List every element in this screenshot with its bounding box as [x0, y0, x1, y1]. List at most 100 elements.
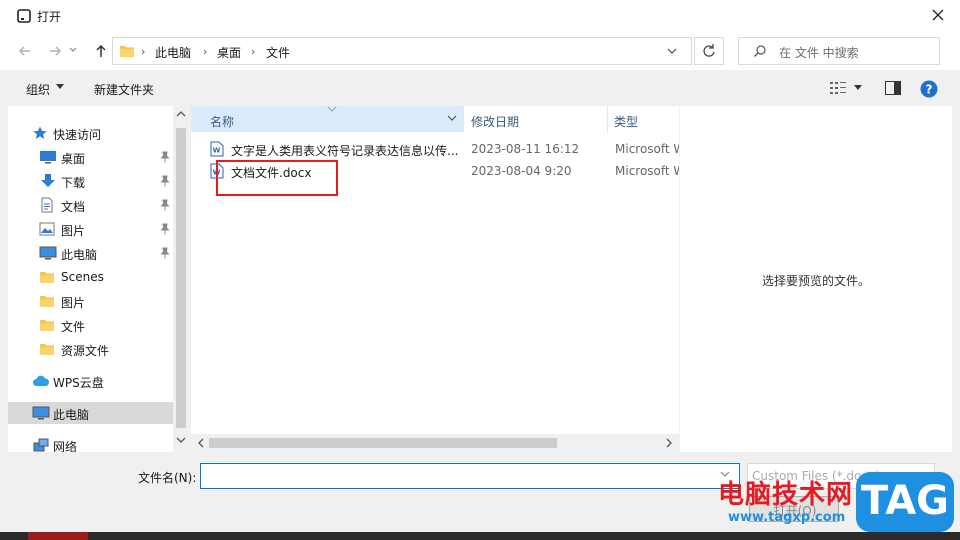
- file-date: 2023-08-11 16:12: [471, 142, 580, 156]
- pin-icon: [160, 151, 170, 163]
- caret-down-icon[interactable]: [56, 84, 64, 90]
- nav-item-label: 文件: [61, 320, 86, 334]
- nav-item-resources-folder[interactable]: 资源文件: [8, 338, 173, 360]
- file-name: 文字是人类用表义符号记录表达信息以传...: [231, 144, 459, 158]
- address-row: › 此电脑 › 桌面 › 文件 在 文件 中搜索: [0, 32, 960, 70]
- search-icon: [753, 44, 767, 58]
- desktop-icon: [39, 149, 57, 165]
- filename-label: 文件名(N):: [138, 471, 197, 485]
- column-filter-icon[interactable]: [447, 114, 457, 122]
- file-row[interactable]: W 文字是人类用表义符号记录表达信息以传... 2023-08-11 16:12…: [191, 138, 679, 160]
- column-divider[interactable]: [607, 106, 608, 132]
- scroll-thumb[interactable]: [209, 438, 557, 448]
- nav-item-documents[interactable]: 文档: [8, 194, 173, 216]
- nav-item-network[interactable]: 网络: [8, 434, 173, 452]
- watermark-tag: TAG: [861, 478, 949, 524]
- column-divider[interactable]: [463, 106, 464, 132]
- scroll-up-icon[interactable]: [176, 110, 186, 118]
- nav-item-this-pc-pinned[interactable]: 此电脑: [8, 242, 173, 264]
- pin-icon: [160, 199, 170, 211]
- chevron-down-icon: [69, 47, 77, 52]
- preview-pane-icon[interactable]: [885, 81, 901, 95]
- document-icon: [39, 197, 55, 213]
- forward-button[interactable]: [44, 40, 66, 62]
- nav-item-pictures-folder[interactable]: 图片: [8, 290, 173, 312]
- nav-item-files-folder[interactable]: 文件: [8, 314, 173, 336]
- back-button[interactable]: [14, 40, 36, 62]
- folder-icon: [39, 341, 55, 357]
- scroll-left-icon[interactable]: [197, 438, 205, 448]
- nav-item-this-pc[interactable]: 此电脑: [8, 402, 173, 424]
- column-header-date[interactable]: 修改日期: [471, 113, 519, 130]
- nav-item-scenes[interactable]: Scenes: [8, 266, 173, 288]
- nav-item-label: 文档: [61, 200, 86, 214]
- window-icon: [17, 9, 31, 23]
- command-bar: 组织 新建文件夹 ?: [0, 70, 960, 106]
- nav-item-quick-access[interactable]: 快速访问: [8, 122, 173, 144]
- download-icon: [39, 173, 57, 189]
- column-header-type[interactable]: 类型: [614, 113, 638, 130]
- network-icon: [32, 437, 50, 452]
- breadcrumb-item[interactable]: 桌面: [217, 44, 241, 61]
- folder-icon: [39, 317, 55, 333]
- column-header: 名称 修改日期 类型: [191, 106, 679, 132]
- horizontal-scrollbar[interactable]: [191, 434, 679, 452]
- pin-icon: [160, 175, 170, 187]
- breadcrumb-separator: ›: [141, 45, 146, 58]
- address-dropdown[interactable]: [665, 43, 679, 59]
- computer-icon: [32, 405, 50, 421]
- column-header-name[interactable]: 名称: [191, 106, 463, 132]
- new-folder-button[interactable]: 新建文件夹: [94, 81, 154, 98]
- search-box[interactable]: 在 文件 中搜索: [738, 37, 940, 65]
- arrow-right-icon: [50, 46, 61, 56]
- nav-item-label: 网络: [53, 440, 78, 452]
- arrow-up-icon: [96, 44, 106, 57]
- address-bar[interactable]: › 此电脑 › 桌面 › 文件: [112, 37, 692, 65]
- up-button[interactable]: [90, 40, 112, 62]
- close-button[interactable]: [922, 0, 954, 32]
- cloud-icon: [32, 373, 50, 389]
- refresh-icon: [703, 44, 715, 57]
- filename-input[interactable]: [200, 463, 740, 489]
- nav-item-pictures[interactable]: 图片: [8, 218, 173, 240]
- scroll-right-icon[interactable]: [665, 438, 673, 448]
- file-date: 2023-08-04 9:20: [471, 164, 572, 178]
- scroll-thumb[interactable]: [176, 128, 186, 428]
- nav-item-label: 此电脑: [61, 248, 98, 262]
- search-placeholder: 在 文件 中搜索: [779, 46, 859, 60]
- background-app-strip: [0, 532, 960, 540]
- scroll-down-icon[interactable]: [176, 436, 186, 444]
- view-options-icon[interactable]: [830, 82, 848, 94]
- nav-item-downloads[interactable]: 下载: [8, 170, 173, 192]
- chevron-down-icon: [667, 48, 677, 54]
- recent-locations-dropdown[interactable]: [68, 45, 78, 55]
- nav-item-label: 桌面: [61, 152, 86, 166]
- picture-icon: [39, 221, 55, 237]
- nav-item-wps-cloud[interactable]: WPS云盘: [8, 370, 173, 392]
- background-app-button: [28, 532, 88, 540]
- organize-button[interactable]: 组织: [26, 81, 50, 98]
- breadcrumb-item[interactable]: 文件: [266, 44, 290, 61]
- annotation-highlight-box: [216, 160, 338, 196]
- breadcrumb-separator: ›: [251, 45, 256, 58]
- arrow-left-icon: [19, 46, 30, 56]
- help-icon[interactable]: ?: [920, 80, 938, 98]
- word-document-icon: W: [210, 141, 224, 157]
- refresh-button[interactable]: [694, 37, 724, 65]
- computer-icon: [39, 245, 57, 261]
- nav-item-label: 图片: [61, 224, 86, 238]
- nav-item-label: 此电脑: [53, 408, 90, 422]
- sort-indicator-icon: [327, 106, 337, 112]
- file-type: Microsoft W: [615, 142, 679, 156]
- navigation-scrollbar[interactable]: [173, 106, 189, 452]
- nav-item-label: 图片: [61, 296, 86, 310]
- close-icon: [932, 9, 944, 21]
- nav-item-desktop[interactable]: 桌面: [8, 146, 173, 168]
- nav-item-label: WPS云盘: [53, 376, 104, 390]
- folder-icon: [39, 293, 55, 309]
- caret-down-icon[interactable]: [854, 85, 862, 91]
- nav-item-label: 资源文件: [61, 344, 110, 358]
- watermark-url: www.tagxp.com: [728, 510, 846, 525]
- pin-icon: [160, 247, 170, 259]
- breadcrumb-item[interactable]: 此电脑: [155, 44, 191, 61]
